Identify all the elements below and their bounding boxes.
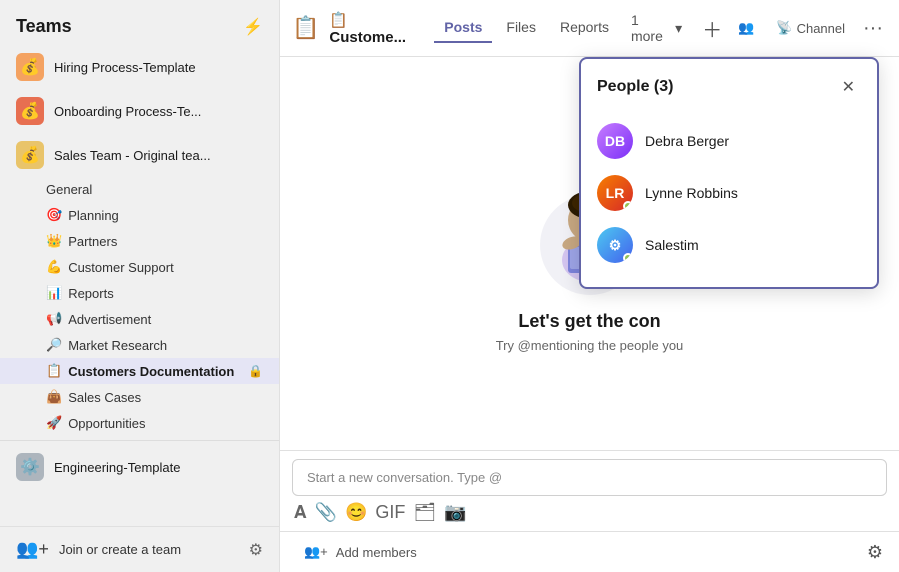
sidebar-title: Teams bbox=[16, 16, 72, 37]
person-item-debra[interactable]: DB Debra Berger bbox=[597, 115, 861, 167]
channel-opportunities[interactable]: 🚀 Opportunities bbox=[0, 410, 279, 436]
person-name-lynne: Lynne Robbins bbox=[645, 185, 738, 201]
channel-name-market: Market Research bbox=[68, 338, 263, 353]
person-item-salestim[interactable]: ⚙ Salestim bbox=[597, 219, 861, 271]
add-members-icon: 👥+ bbox=[304, 544, 328, 560]
more-options-icon[interactable]: ··· bbox=[859, 13, 887, 44]
avatar-debra: DB bbox=[597, 123, 633, 159]
empty-state-title: Let's get the con bbox=[518, 311, 660, 332]
person-name-debra: Debra Berger bbox=[645, 133, 729, 149]
people-button[interactable]: 👥 bbox=[730, 16, 762, 40]
channel-button[interactable]: 📡 Channel bbox=[766, 16, 855, 40]
channel-name-support: Customer Support bbox=[68, 260, 263, 275]
people-popup: People (3) ✕ DB Debra Berger LR Lynne Ro… bbox=[579, 57, 879, 289]
tab-reports[interactable]: Reports bbox=[550, 13, 619, 43]
team-item-engineering[interactable]: ⚙️ Engineering-Template ··· bbox=[0, 445, 279, 489]
channel-emoji-support: 💪 bbox=[46, 259, 62, 275]
channel-general[interactable]: General bbox=[0, 177, 279, 202]
channel-emoji-partners: 👑 bbox=[46, 233, 62, 249]
popup-header: People (3) ✕ bbox=[597, 75, 861, 99]
channel-advertisement[interactable]: 📢 Advertisement bbox=[0, 306, 279, 332]
channel-name-reports: Reports bbox=[68, 286, 263, 301]
chevron-down-icon: ▾ bbox=[675, 20, 682, 37]
channel-partners[interactable]: 👑 Partners bbox=[0, 228, 279, 254]
divider bbox=[0, 440, 279, 441]
popup-title: People (3) bbox=[597, 78, 673, 96]
channel-name-general: General bbox=[46, 182, 263, 197]
team-icon-hiring: 💰 bbox=[16, 53, 44, 81]
channel-emoji-reports: 📊 bbox=[46, 285, 62, 301]
sticker-icon[interactable]: 🗂 bbox=[413, 502, 436, 523]
channel-support[interactable]: 💪 Customer Support bbox=[0, 254, 279, 280]
channel-name-planning: Planning bbox=[68, 208, 263, 223]
team-item-sales[interactable]: 💰 Sales Team - Original tea... ··· bbox=[0, 133, 279, 177]
team-icon-engineering: ⚙️ bbox=[16, 453, 44, 481]
message-toolbar: 𝐀 📎 😊 GIF 🗂 📷 bbox=[292, 496, 887, 523]
topbar-title: 📋Custome... bbox=[329, 11, 422, 46]
tab-files[interactable]: Files bbox=[496, 13, 546, 43]
channel-label: Channel bbox=[797, 21, 845, 36]
team-name-onboarding: Onboarding Process-Te... bbox=[54, 104, 237, 119]
channel-emoji-opportunities: 🚀 bbox=[46, 415, 62, 431]
topbar: 📋 📋Custome... Posts Files Reports 1 more… bbox=[280, 0, 899, 57]
filter-icon[interactable]: ⚡ bbox=[243, 17, 263, 37]
channel-name-advertisement: Advertisement bbox=[68, 312, 263, 327]
channel-name-customers-doc: Customers Documentation bbox=[68, 364, 244, 379]
channel-planning[interactable]: 🎯 Planning bbox=[0, 202, 279, 228]
tab-posts[interactable]: Posts bbox=[434, 13, 492, 43]
team-item-onboarding[interactable]: 💰 Onboarding Process-Te... ··· bbox=[0, 89, 279, 133]
message-box: Start a new conversation. Type @ 𝐀 📎 😊 G… bbox=[280, 450, 899, 531]
avatar-lynne: LR bbox=[597, 175, 633, 211]
channel-emoji-customers-doc: 📋 bbox=[46, 363, 62, 379]
sidebar: Teams ⚡ 💰 Hiring Process-Template ··· 💰 … bbox=[0, 0, 280, 572]
people-icon: 👥 bbox=[738, 20, 754, 36]
team-icon-onboarding: 💰 bbox=[16, 97, 44, 125]
team-icon-sales: 💰 bbox=[16, 141, 44, 169]
channel-emoji-planning: 🎯 bbox=[46, 207, 62, 223]
channel-sales-cases[interactable]: 👜 Sales Cases bbox=[0, 384, 279, 410]
team-name-engineering: Engineering-Template bbox=[54, 460, 237, 475]
attach-icon[interactable]: 📎 bbox=[315, 502, 337, 523]
emoji-icon[interactable]: 😊 bbox=[345, 502, 367, 523]
channel-emoji-market: 🔎 bbox=[46, 337, 62, 353]
person-name-salestim: Salestim bbox=[645, 237, 699, 253]
topbar-channel-icon: 📋 bbox=[292, 15, 319, 41]
channel-name-sales-cases: Sales Cases bbox=[68, 390, 263, 405]
lock-icon: 🔒 bbox=[248, 364, 263, 378]
bottom-bar: 👥+ Add members ⚙ bbox=[280, 531, 899, 572]
main-area: 📋 📋Custome... Posts Files Reports 1 more… bbox=[280, 0, 899, 572]
sidebar-header: Teams ⚡ bbox=[0, 0, 279, 45]
join-team-button[interactable]: 👥+ Join or create a team ⚙ bbox=[0, 526, 279, 572]
channel-market[interactable]: 🔎 Market Research bbox=[0, 332, 279, 358]
channel-emoji-advertisement: 📢 bbox=[46, 311, 62, 327]
format-icon[interactable]: 𝐀 bbox=[294, 502, 307, 523]
add-members-button[interactable]: 👥+ Add members bbox=[296, 540, 425, 564]
gif-icon[interactable]: GIF bbox=[375, 502, 405, 523]
avatar-salestim: ⚙ bbox=[597, 227, 633, 263]
join-label: Join or create a team bbox=[59, 542, 249, 557]
video-icon[interactable]: 📷 bbox=[444, 502, 466, 523]
settings-icon[interactable]: ⚙ bbox=[249, 540, 263, 560]
channel-name-partners: Partners bbox=[68, 234, 263, 249]
channel-emoji-sales-cases: 👜 bbox=[46, 389, 62, 405]
message-input[interactable]: Start a new conversation. Type @ bbox=[292, 459, 887, 496]
team-name-hiring: Hiring Process-Template bbox=[54, 60, 237, 75]
popup-close-button[interactable]: ✕ bbox=[836, 75, 861, 99]
add-tab-icon[interactable]: ＋ bbox=[698, 10, 726, 47]
channel-settings-icon[interactable]: ⚙ bbox=[867, 542, 883, 563]
empty-state-subtitle: Try @mentioning the people you bbox=[496, 338, 684, 353]
more-tabs-button[interactable]: 1 more ▾ bbox=[623, 8, 690, 48]
more-tabs-label: 1 more bbox=[631, 12, 673, 44]
channel-customers-doc[interactable]: 📋 Customers Documentation 🔒 bbox=[0, 358, 279, 384]
team-item-hiring[interactable]: 💰 Hiring Process-Template ··· bbox=[0, 45, 279, 89]
team-name-sales: Sales Team - Original tea... bbox=[54, 148, 237, 163]
channel-list: General 🎯 Planning 👑 Partners 💪 Customer… bbox=[0, 177, 279, 436]
channel-name-opportunities: Opportunities bbox=[68, 416, 263, 431]
channel-icon: 📡 bbox=[776, 20, 792, 36]
channel-reports[interactable]: 📊 Reports bbox=[0, 280, 279, 306]
join-icon: 👥+ bbox=[16, 539, 49, 560]
person-item-lynne[interactable]: LR Lynne Robbins bbox=[597, 167, 861, 219]
add-members-label: Add members bbox=[336, 545, 417, 560]
